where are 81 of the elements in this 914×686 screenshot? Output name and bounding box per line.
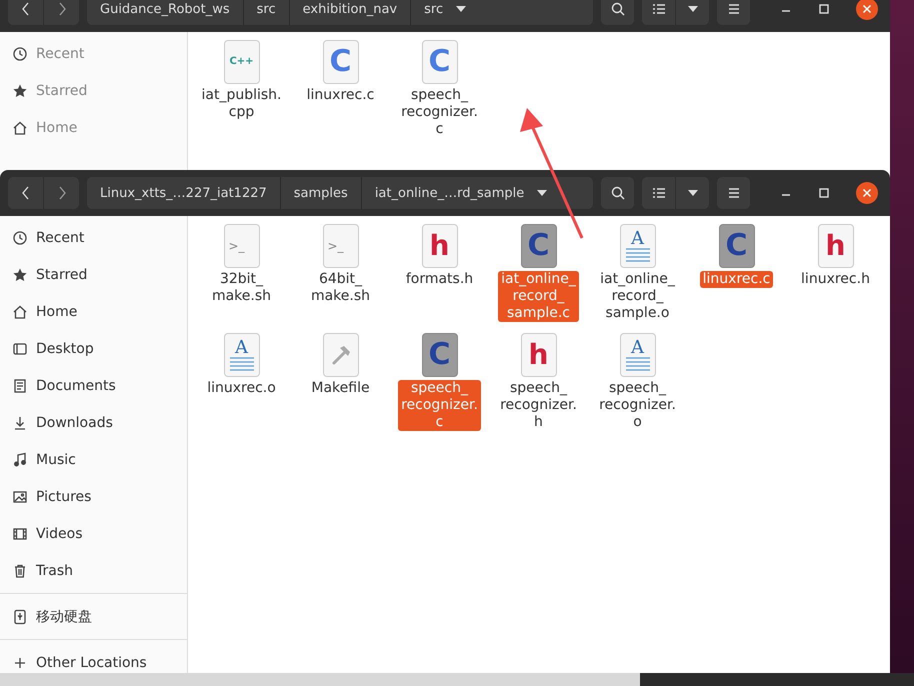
sidebar-item[interactable]: Desktop xyxy=(36,340,94,356)
recent-icon xyxy=(12,46,28,62)
file-name[interactable]: linuxrec.o xyxy=(204,380,279,397)
downloads-icon xyxy=(12,414,28,430)
file-type-glyph: C xyxy=(428,47,451,77)
sidebar-item[interactable]: Music xyxy=(36,452,76,468)
view-options-button[interactable] xyxy=(676,0,709,25)
file-name[interactable]: formats.h xyxy=(402,271,476,288)
dropdown-icon[interactable] xyxy=(456,6,466,12)
file-name[interactable]: iat_online_ record_ sample.c xyxy=(498,271,579,322)
file-name[interactable]: iat_online_ record_ sample.o xyxy=(597,271,678,322)
text-lines-icon xyxy=(626,248,650,262)
list-view-button[interactable] xyxy=(642,0,675,25)
caret-icon xyxy=(688,190,698,196)
forward-icon xyxy=(56,185,66,201)
desktop-icon xyxy=(12,340,28,356)
back-icon xyxy=(20,1,30,17)
videos-icon xyxy=(12,526,28,542)
caret-icon xyxy=(688,6,698,12)
file-type-glyph: C xyxy=(329,47,352,77)
search-icon xyxy=(610,185,626,201)
search-icon xyxy=(610,1,626,17)
file-name[interactable]: 64bit_ make.sh xyxy=(308,271,374,305)
file-name[interactable]: speech_ recognizer. h xyxy=(497,380,580,431)
file-type-glyph: h xyxy=(826,232,846,260)
music-icon xyxy=(12,452,28,468)
file-name[interactable]: iat_publish. cpp xyxy=(198,87,284,121)
file-type-glyph: >_ xyxy=(228,240,245,252)
list-view-button[interactable] xyxy=(642,177,675,209)
file-name[interactable]: linuxrec.c xyxy=(700,271,774,288)
file-type-glyph: A xyxy=(631,230,644,248)
dropdown-icon[interactable] xyxy=(537,190,548,196)
file-name[interactable]: speech_ recognizer. c xyxy=(398,380,481,431)
pictures-icon xyxy=(12,488,28,504)
file-type-glyph: C xyxy=(527,231,550,261)
file-name[interactable]: speech_ recognizer. o xyxy=(596,380,679,431)
file-type-glyph: h xyxy=(430,232,450,260)
sidebar-item[interactable]: Other Locations xyxy=(36,654,147,670)
file-name[interactable]: Makefile xyxy=(308,380,373,397)
sidebar-item[interactable]: Downloads xyxy=(36,414,113,430)
sidebar-item[interactable]: Starred xyxy=(36,266,88,282)
starred-icon xyxy=(12,82,28,98)
text-lines-icon xyxy=(626,357,650,371)
starred-icon xyxy=(12,266,28,282)
file-name[interactable]: speech_ recognizer. c xyxy=(398,87,481,138)
file-type-glyph: h xyxy=(528,341,548,369)
file-type-glyph: A xyxy=(235,339,248,357)
menu-button[interactable] xyxy=(717,177,750,209)
sidebar-item[interactable]: Recent xyxy=(36,230,84,246)
file-type-glyph: C++ xyxy=(229,57,254,67)
text-lines-icon xyxy=(230,357,254,371)
maximize-icon[interactable] xyxy=(818,3,830,15)
usb-icon xyxy=(12,608,28,624)
file-name[interactable]: 32bit_ make.sh xyxy=(208,271,274,305)
sidebar-item[interactable]: Home xyxy=(36,304,78,320)
sidebar-item[interactable]: Documents xyxy=(36,378,116,394)
maximize-icon[interactable] xyxy=(818,187,830,199)
file-type-glyph: >_ xyxy=(328,240,344,252)
file-name[interactable]: linuxrec.h xyxy=(798,271,873,288)
sidebar-item[interactable]: Videos xyxy=(36,526,83,542)
search-button[interactable] xyxy=(601,177,634,209)
home-icon xyxy=(12,120,28,136)
menu-button[interactable] xyxy=(717,0,750,25)
documents-icon xyxy=(12,378,28,394)
sidebar-item[interactable]: Trash xyxy=(36,562,73,578)
close-icon[interactable] xyxy=(856,0,878,20)
sidebar-item[interactable]: 移动硬盘 xyxy=(36,608,92,626)
trash-icon xyxy=(12,562,28,578)
back-button[interactable] xyxy=(8,0,43,25)
recent-icon xyxy=(12,230,28,246)
close-icon[interactable] xyxy=(856,182,878,204)
sidebar-item[interactable]: Pictures xyxy=(36,488,92,504)
file-type-glyph: A xyxy=(631,339,644,357)
home-icon xyxy=(12,304,28,320)
back-icon xyxy=(20,185,30,201)
search-button[interactable] xyxy=(601,0,634,25)
file-name[interactable]: linuxrec.c xyxy=(304,87,378,104)
file-type-glyph: C xyxy=(725,231,748,261)
view-options-button[interactable] xyxy=(676,177,709,209)
file-type-glyph: C xyxy=(428,340,451,370)
forward-icon xyxy=(56,1,66,17)
